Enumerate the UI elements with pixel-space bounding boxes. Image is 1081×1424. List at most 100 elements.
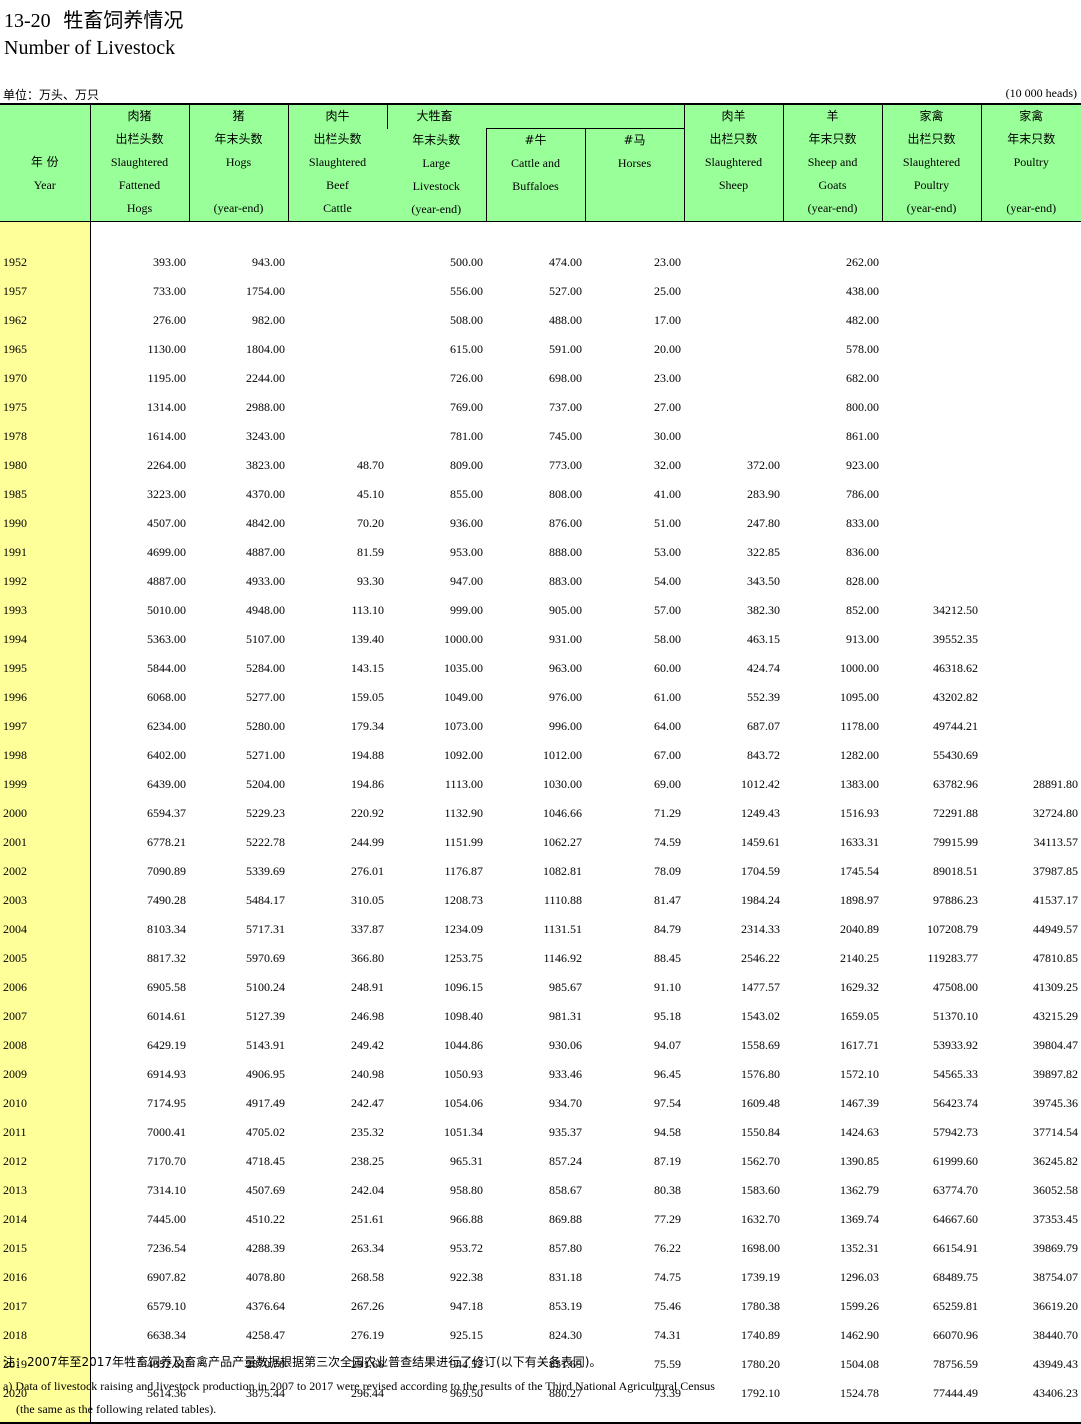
value-cell: 7170.70 [147, 1153, 186, 1168]
value-cell [288, 387, 387, 416]
value-cell: 869.88 [549, 1211, 582, 1226]
value-cell: 6439.00 [147, 776, 186, 791]
value-cell: 39869.79 [1033, 1240, 1079, 1255]
value-cell: 6014.61 [147, 1008, 186, 1023]
value-cell: 726.00 [450, 370, 483, 385]
value-cell: 343.50 [747, 573, 781, 588]
value-cell: 39897.82 [1033, 1066, 1079, 1081]
value-cell: 1296.03 [840, 1269, 880, 1284]
year-cell: 1970 [0, 357, 91, 387]
value-cell: 247.80 [747, 515, 781, 530]
value-cell: 113.10 [351, 602, 384, 617]
value-cell: 833.00 [846, 515, 880, 530]
value-cell [981, 648, 1081, 677]
value-cell: 78.09 [654, 863, 682, 878]
year-cell: 1990 [0, 502, 91, 532]
value-cell: 943.00 [252, 254, 285, 269]
year-cell: 2008 [0, 1024, 91, 1054]
value-cell: 1390.85 [840, 1153, 880, 1168]
value-cell: 1583.60 [741, 1182, 781, 1197]
year-cell: 1993 [0, 589, 91, 619]
value-cell: 5717.31 [246, 921, 285, 936]
table-title-en: Number of Livestock [4, 37, 176, 59]
value-cell: 1633.31 [840, 834, 880, 849]
table-row: 1962 276.00 982.00 508.00 488.00 17.00 482.00 [0, 299, 1081, 329]
value-cell: 95.18 [654, 1008, 682, 1023]
value-cell: 2546.22 [741, 950, 781, 965]
value-cell: 1562.70 [741, 1153, 781, 1168]
value-cell: 843.72 [747, 747, 781, 762]
value-cell [288, 300, 387, 329]
table-row: 1990 4507.00 4842.00 70.20 936.00 876.00 51.00… [0, 502, 1081, 532]
value-cell: 4699.00 [147, 544, 186, 559]
value-cell: 781.00 [450, 428, 483, 443]
value-cell: 4507.00 [147, 515, 186, 530]
value-cell: 4288.39 [246, 1240, 285, 1255]
header-hogs: 猪年末头数 Hogs (year-end) [188, 103, 288, 222]
year-cell: 2000 [0, 792, 91, 822]
value-cell: 23.00 [654, 254, 682, 269]
livestock-table: 年 份 Year 肉猪 出栏头数 Slaughtered Fattened Hogs 猪年… [0, 103, 1081, 1424]
unit-label-en: (10 000 heads) [1005, 86, 1077, 100]
value-cell: 1576.80 [741, 1066, 781, 1081]
value-cell: 322.85 [747, 544, 781, 559]
value-cell: 474.00 [549, 254, 582, 269]
value-cell: 8817.32 [147, 950, 186, 965]
value-cell: 1113.00 [444, 776, 483, 791]
table-row: 1952 393.00 943.00 500.00 474.00 23.00 262.00 [0, 241, 1081, 271]
value-cell: 745.00 [549, 428, 582, 443]
value-cell: 855.00 [450, 486, 483, 501]
value-cell: 36245.82 [1033, 1153, 1079, 1168]
value-cell: 276.19 [351, 1327, 384, 1342]
value-cell: 65259.81 [933, 1298, 979, 1313]
value-cell: 482.00 [846, 312, 880, 327]
value-cell: 4948.00 [246, 602, 285, 617]
value-cell: 5204.00 [246, 776, 285, 791]
value-cell [981, 387, 1081, 416]
value-cell: 1659.05 [840, 1008, 880, 1023]
value-cell: 55430.69 [933, 747, 979, 762]
value-cell: 43949.43 [1033, 1356, 1079, 1371]
value-cell: 5222.78 [246, 834, 285, 849]
value-cell: 37987.85 [1033, 863, 1079, 878]
value-cell: 69.00 [654, 776, 682, 791]
value-cell: 1524.78 [840, 1385, 880, 1400]
value-cell [981, 706, 1081, 735]
value-cell: 1050.93 [444, 1066, 483, 1081]
value-cell: 953.00 [450, 544, 483, 559]
value-cell: 310.05 [351, 892, 384, 907]
value-cell: 71.29 [654, 805, 682, 820]
year-cell: 1999 [0, 763, 91, 793]
value-cell: 1462.90 [840, 1327, 880, 1342]
value-cell: 240.98 [351, 1066, 384, 1081]
value-cell: 682.00 [846, 370, 880, 385]
value-cell: 1253.75 [444, 950, 483, 965]
value-cell: 1178.00 [840, 718, 880, 733]
title-zh-text: 牲畜饲养情况 [63, 8, 184, 32]
table-title-zh: 13-20 牲畜饲养情况 [4, 4, 183, 33]
livestock-table-container: 年 份 Year 肉猪 出栏头数 Slaughtered Fattened Hogs 猪年… [0, 103, 1081, 1424]
value-cell: 1130.00 [147, 341, 186, 356]
value-cell: 947.18 [450, 1298, 483, 1313]
value-cell: 1073.00 [444, 718, 483, 733]
table-row: 2011 7000.41 4705.02 235.32 1051.34 935.37 94.… [0, 1111, 1081, 1141]
value-cell: 17.00 [654, 312, 682, 327]
table-row: 2018 6638.34 4258.47 276.19 925.15 824.30 74.3… [0, 1314, 1081, 1344]
year-cell: 1978 [0, 415, 91, 445]
value-cell [981, 242, 1081, 271]
value-cell: 119283.77 [927, 950, 979, 965]
year-cell: 1957 [0, 270, 91, 300]
value-cell: 1000.00 [840, 660, 880, 675]
value-cell: 2314.33 [741, 921, 781, 936]
value-cell: 1698.00 [741, 1240, 781, 1255]
value-cell: 930.06 [549, 1037, 582, 1052]
value-cell: 913.00 [846, 631, 880, 646]
value-cell: 84.79 [654, 921, 682, 936]
table-row: 2003 7490.28 5484.17 310.05 1208.73 1110.88 81… [0, 879, 1081, 909]
table-row: 1965 1130.00 1804.00 615.00 591.00 20.00 578.0… [0, 328, 1081, 358]
table-row: 1996 6068.00 5277.00 159.05 1049.00 976.00 61.… [0, 676, 1081, 706]
value-cell: 4078.80 [246, 1269, 285, 1284]
value-cell: 853.19 [549, 1298, 582, 1313]
year-cell: 1991 [0, 531, 91, 561]
table-row: 2013 7314.10 4507.69 242.04 958.80 858.67 80.3… [0, 1169, 1081, 1199]
